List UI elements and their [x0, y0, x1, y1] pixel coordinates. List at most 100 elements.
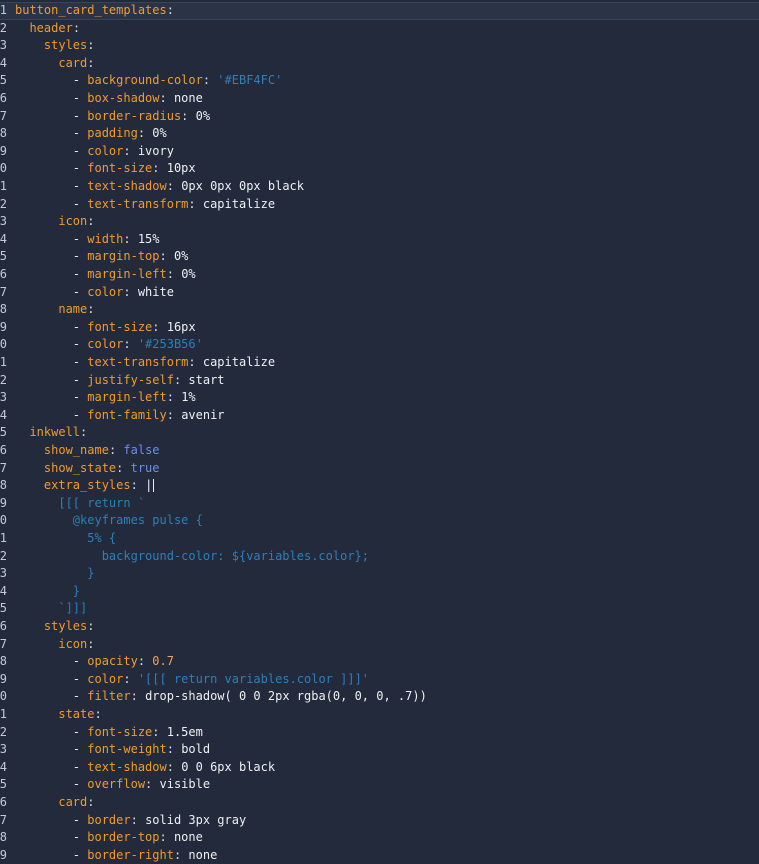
- code-line[interactable]: 46 card:: [0, 794, 759, 812]
- code-line[interactable]: 20 - color: '#253B56': [0, 336, 759, 354]
- code-token: :: [87, 38, 95, 53]
- code-line[interactable]: 11 - text-shadow: 0px 0px 0px black: [0, 178, 759, 196]
- code-text: icon:: [15, 636, 94, 654]
- code-line[interactable]: 14 - width: 15%: [0, 231, 759, 249]
- code-text: header:: [15, 20, 80, 38]
- code-token: :: [87, 302, 95, 317]
- code-token: -: [15, 372, 88, 387]
- code-text: - border: solid 3px gray: [15, 812, 246, 830]
- code-line[interactable]: 35 `]]]: [0, 600, 759, 618]
- code-line[interactable]: 10 - font-size: 10px: [0, 160, 759, 178]
- code-text: card:: [15, 794, 94, 812]
- code-line[interactable]: 22 - justify-self: start: [0, 372, 759, 390]
- code-line[interactable]: 18 name:: [0, 301, 759, 319]
- code-line[interactable]: 40 - filter: drop-shadow( 0 0 2px rgba(0…: [0, 688, 759, 706]
- code-line[interactable]: 24 - font-family: avenir: [0, 407, 759, 425]
- code-text: state:: [15, 706, 101, 724]
- code-token: :: [87, 214, 95, 229]
- code-line[interactable]: 47 - border: solid 3px gray: [0, 812, 759, 830]
- code-token: 1%: [181, 390, 196, 405]
- line-number: 15: [0, 249, 7, 264]
- code-text: - margin-left: 1%: [15, 389, 196, 407]
- code-text: - margin-top: 0%: [15, 248, 189, 266]
- code-line[interactable]: 32 background-color: ${variables.color};: [0, 548, 759, 566]
- code-line[interactable]: 4 card:: [0, 55, 759, 73]
- line-number: 2: [0, 20, 7, 35]
- code-line[interactable]: 41 state:: [0, 706, 759, 724]
- code-token: icon: [58, 636, 88, 651]
- code-line[interactable]: 6 - box-shadow: none: [0, 90, 759, 108]
- code-text: name:: [15, 301, 95, 319]
- code-line[interactable]: 3 styles:: [0, 37, 759, 55]
- code-token: `]]]: [15, 601, 88, 616]
- code-line[interactable]: 27 show_state: true: [0, 460, 759, 478]
- code-line[interactable]: 12 - text-transform: capitalize: [0, 196, 759, 214]
- code-token: '#EBF4FC': [217, 73, 283, 88]
- code-line[interactable]: 1 button_card_templates:: [0, 2, 759, 20]
- code-line[interactable]: 7 - border-radius: 0%: [0, 108, 759, 126]
- line-number: 40: [0, 689, 7, 704]
- code-line[interactable]: 8 - padding: 0%: [0, 125, 759, 143]
- code-line[interactable]: 5 - background-color: '#EBF4FC': [0, 72, 759, 90]
- code-text: - font-size: 16px: [15, 319, 196, 337]
- code-line[interactable]: 45 - overflow: visible: [0, 776, 759, 794]
- code-token: :: [166, 267, 182, 281]
- code-editor[interactable]: 1 button_card_templates: 2 header: 3 styles…: [0, 0, 759, 862]
- code-line[interactable]: 36 styles:: [0, 618, 759, 636]
- code-token: -: [15, 407, 88, 422]
- code-token: overflow: [87, 777, 146, 792]
- code-token: :: [123, 671, 138, 686]
- code-line[interactable]: 48 - border-top: none: [0, 829, 759, 847]
- code-text: - filter: drop-shadow( 0 0 2px rgba(0, 0…: [15, 688, 427, 706]
- code-line[interactable]: 13 icon:: [0, 213, 759, 231]
- code-line[interactable]: 9 - color: ivory: [0, 143, 759, 161]
- code-line[interactable]: 31 5% {: [0, 530, 759, 548]
- code-line[interactable]: 44 - text-shadow: 0 0 6px black: [0, 759, 759, 777]
- code-line[interactable]: 19 - font-size: 16px: [0, 319, 759, 337]
- code-token: 0%: [195, 108, 211, 123]
- code-line[interactable]: 34 }: [0, 583, 759, 601]
- code-line[interactable]: 21 - text-transform: capitalize: [0, 354, 759, 372]
- code-line[interactable]: 2 header:: [0, 20, 759, 38]
- code-line[interactable]: 43 - font-weight: bold: [0, 741, 759, 759]
- code-token: -: [15, 671, 88, 686]
- code-token: :: [159, 249, 174, 264]
- code-token: background-color: ${variables.color};: [15, 548, 370, 563]
- code-token: -: [15, 73, 88, 88]
- code-token: [[[ return `: [15, 495, 146, 510]
- code-line[interactable]: 30 @keyframes pulse {: [0, 512, 759, 530]
- code-token: header: [29, 20, 73, 35]
- code-line[interactable]: 42 - font-size: 1.5em: [0, 724, 759, 742]
- line-number: 32: [0, 548, 7, 563]
- code-token: :: [159, 830, 174, 845]
- code-line[interactable]: 15 - margin-top: 0%: [0, 248, 759, 266]
- code-line[interactable]: 29 [[[ return `: [0, 495, 759, 513]
- line-number: 17: [0, 284, 7, 299]
- code-line[interactable]: 25 inkwell:: [0, 424, 759, 442]
- code-line[interactable]: 28 extra_styles: |: [0, 477, 759, 495]
- code-line[interactable]: 23 - margin-left: 1%: [0, 389, 759, 407]
- code-line[interactable]: 33 }: [0, 565, 759, 583]
- code-line[interactable]: 39 - color: '[[[ return variables.color …: [0, 671, 759, 689]
- code-text: - text-transform: capitalize: [15, 354, 275, 372]
- line-number: 24: [0, 407, 7, 422]
- code-token: true: [130, 460, 160, 475]
- code-line[interactable]: 17 - color: white: [0, 284, 759, 302]
- code-token: |: [145, 478, 153, 493]
- code-token: :: [108, 443, 124, 457]
- code-line[interactable]: 26 show_name: false: [0, 442, 759, 460]
- code-line[interactable]: 16 - margin-left: 0%: [0, 266, 759, 284]
- code-line[interactable]: 37 icon:: [0, 636, 759, 654]
- line-number: 26: [0, 443, 7, 457]
- code-token: background-color: [87, 73, 203, 88]
- code-token: :: [87, 55, 95, 70]
- code-line[interactable]: 49 - border-right: none: [0, 847, 759, 864]
- code-line[interactable]: 38 - opacity: 0.7: [0, 653, 759, 671]
- code-token: 0%: [173, 249, 189, 264]
- code-token: -: [15, 249, 88, 264]
- code-token: drop-shadow( 0 0 2px rgba(0, 0, 0, .7)): [145, 689, 427, 704]
